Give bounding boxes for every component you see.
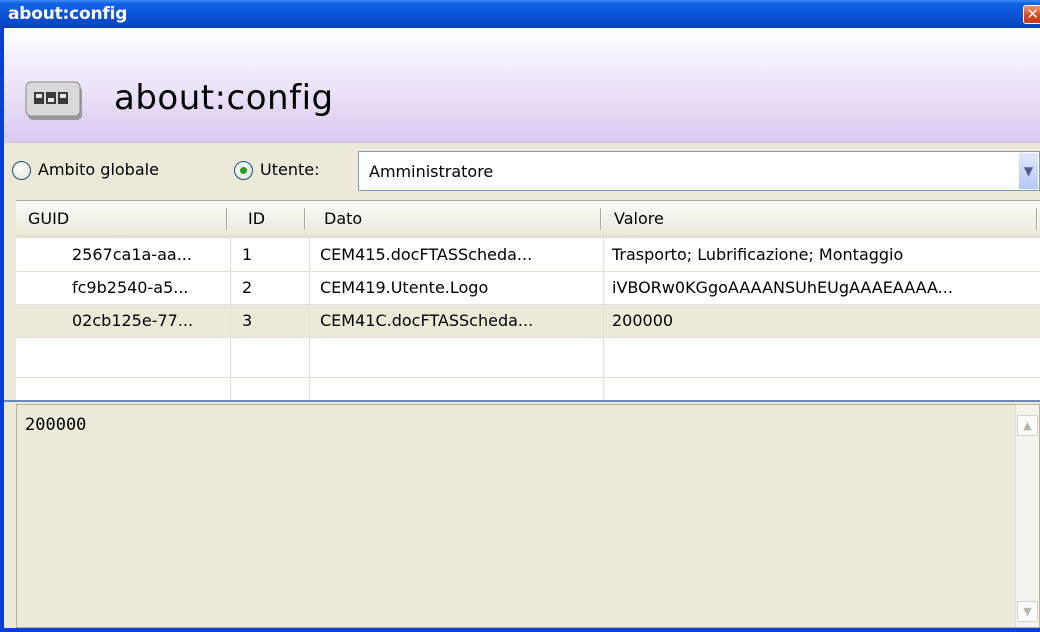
table-row-selected[interactable]: 02cb125e-77... 3 CEM41C.docFTASScheda...… — [16, 304, 1040, 337]
table-row[interactable]: 2567ca1a-aa... 1 CEM415.docFTASScheda...… — [16, 238, 1040, 271]
row-divider — [16, 304, 1040, 305]
table-header: GUID ID Dato Valore — [16, 201, 1040, 238]
cell-valore: iVBORw0KGgoAAAANSUhEUgAAAEAAAA... — [612, 278, 953, 297]
page-title: about:config — [114, 78, 334, 118]
row-divider — [16, 337, 1040, 338]
column-separator[interactable] — [600, 208, 602, 230]
cell-dato: CEM41C.docFTASScheda... — [320, 311, 534, 330]
about-config-window: about:config ✕ about:config Ambito globa… — [0, 0, 1040, 632]
global-scope-label[interactable]: Ambito globale — [38, 160, 159, 179]
column-divider — [230, 238, 231, 401]
chevron-down-icon[interactable]: ▼ — [1018, 153, 1038, 189]
column-header-id[interactable]: ID — [248, 201, 308, 235]
user-select[interactable]: Amministratore ▼ — [358, 151, 1040, 191]
column-divider — [603, 238, 604, 401]
window-title: about:config — [8, 4, 128, 24]
config-table: GUID ID Dato Valore 2567ca1a-aa... 1 CEM… — [16, 200, 1040, 401]
scroll-up-icon[interactable]: ▲ — [1017, 415, 1038, 436]
value-detail-panel[interactable]: 200000 ▲ ▼ — [16, 404, 1040, 628]
user-scope-label[interactable]: Utente: — [260, 160, 319, 179]
cell-guid: 2567ca1a-aa... — [72, 245, 192, 264]
cell-dato: CEM415.docFTASScheda... — [320, 245, 533, 264]
column-header-valore[interactable]: Valore — [614, 201, 1014, 235]
column-separator[interactable] — [1036, 208, 1038, 230]
cell-id: 1 — [242, 245, 253, 264]
title-bar: about:config ✕ — [0, 0, 1040, 28]
cell-dato: CEM419.Utente.Logo — [320, 278, 489, 297]
user-scope-radio[interactable] — [234, 161, 253, 180]
cell-id: 3 — [242, 311, 253, 330]
cell-id: 2 — [242, 278, 253, 297]
column-header-guid[interactable]: GUID — [28, 201, 228, 235]
value-detail-text[interactable]: 200000 — [25, 415, 86, 435]
vertical-scrollbar[interactable]: ▲ ▼ — [1015, 405, 1039, 627]
cell-guid: 02cb125e-77... — [72, 311, 194, 330]
row-divider — [16, 271, 1040, 272]
page-header: about:config — [4, 28, 1040, 142]
config-panel-icon — [25, 81, 82, 120]
global-scope-radio[interactable] — [12, 161, 31, 180]
cell-valore: 200000 — [612, 311, 674, 330]
column-separator[interactable] — [226, 208, 228, 230]
scope-bar: Ambito globale Utente: Amministratore ▼ — [4, 142, 1040, 200]
user-select-value: Amministratore — [369, 162, 494, 181]
column-divider — [309, 238, 310, 401]
cell-valore: Trasporto; Lubrificazione; Montaggio — [612, 245, 904, 264]
column-separator[interactable] — [304, 208, 306, 230]
cell-guid: fc9b2540-a5... — [72, 278, 189, 297]
table-row[interactable]: fc9b2540-a5... 2 CEM419.Utente.Logo iVBO… — [16, 271, 1040, 304]
row-divider — [16, 377, 1040, 378]
scroll-down-icon[interactable]: ▼ — [1017, 601, 1038, 622]
radio-selected-dot — [240, 167, 247, 174]
close-icon[interactable]: ✕ — [1023, 5, 1040, 24]
left-margin — [4, 200, 16, 628]
column-header-dato[interactable]: Dato — [324, 201, 594, 235]
